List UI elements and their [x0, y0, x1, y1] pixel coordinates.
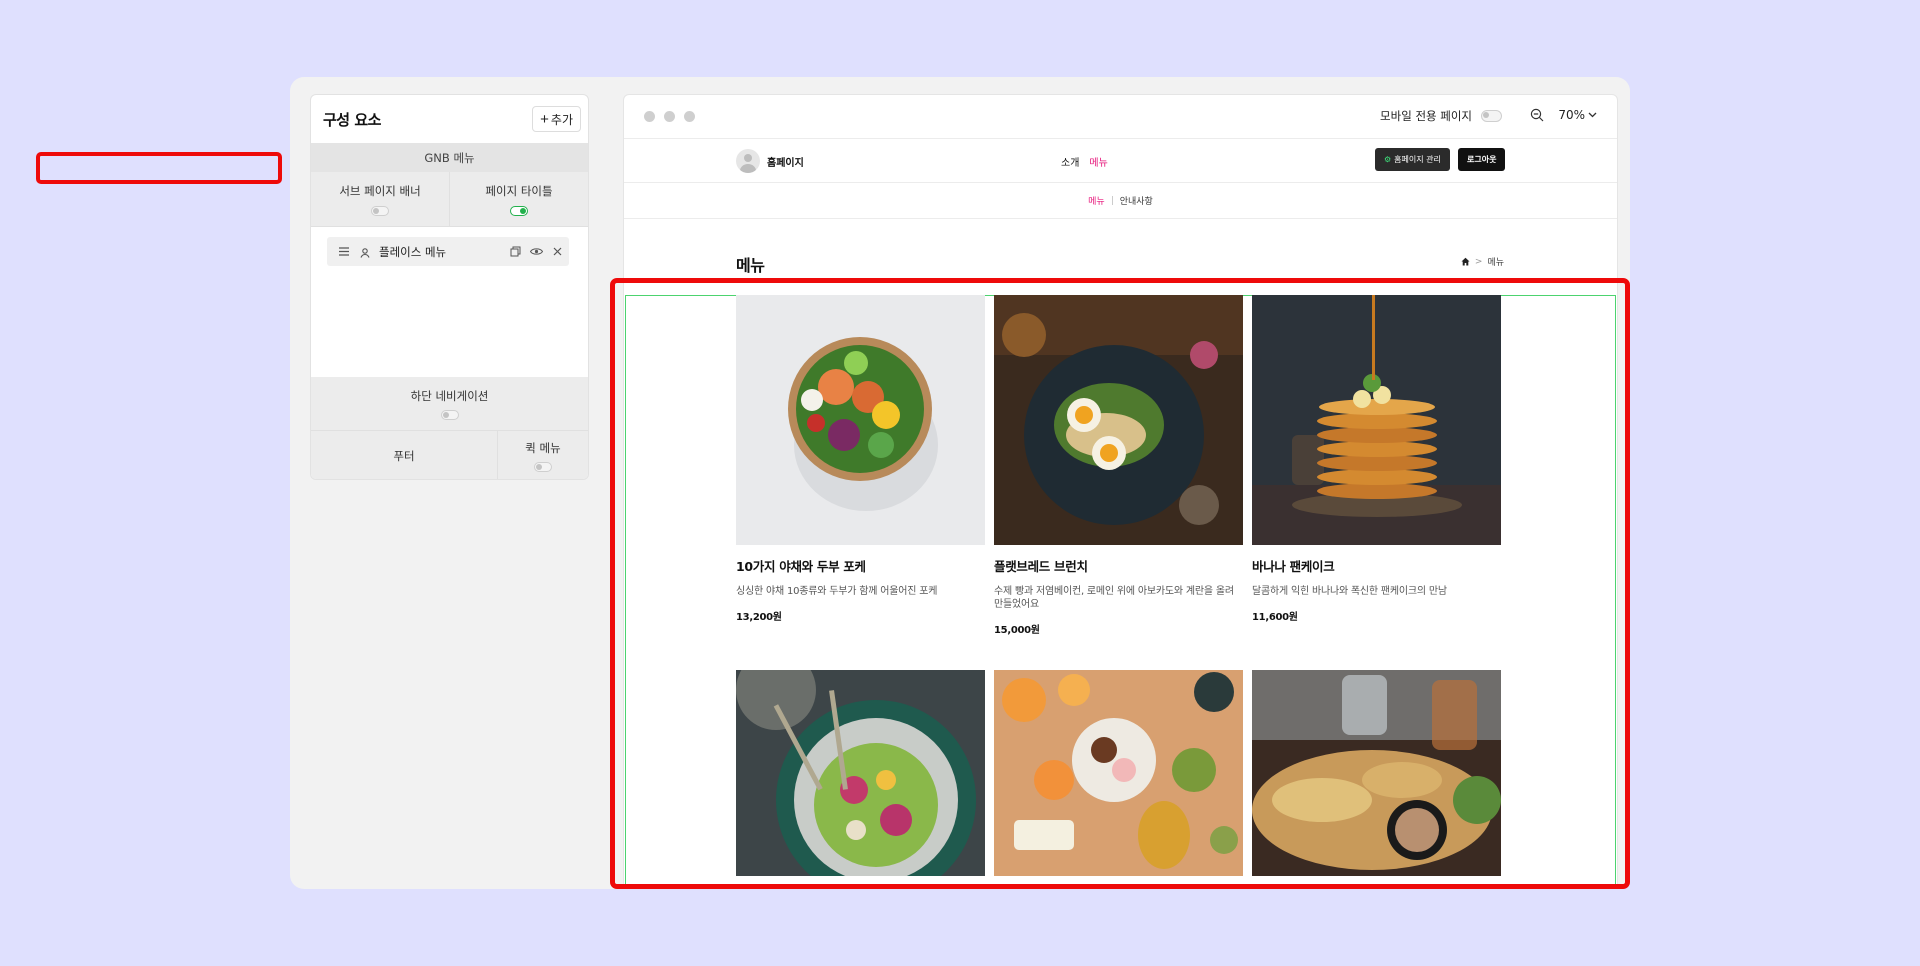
banner-title-row: 서브 페이지 배너 페이지 타이틀	[311, 172, 588, 227]
zoom-out-icon[interactable]	[1530, 108, 1544, 122]
gnb-menu-section[interactable]: GNB 메뉴	[311, 143, 588, 172]
mobile-only-toggle[interactable]	[1481, 110, 1502, 122]
window-dot	[644, 111, 655, 122]
site-nav-links: 소개 메뉴	[1061, 154, 1108, 169]
place-pin-icon	[358, 245, 372, 259]
panel-title: 구성 요소	[323, 110, 381, 129]
sub-banner-toggle[interactable]	[371, 205, 389, 216]
panel-header: 구성 요소 + 추가	[311, 95, 588, 143]
footer-label: 푸터	[393, 449, 415, 463]
window-dot	[684, 111, 695, 122]
chevron-right-icon: >	[1474, 256, 1483, 267]
nav-link-menu[interactable]: 메뉴	[1089, 154, 1107, 169]
page-title-toggle[interactable]	[510, 205, 528, 216]
zoom-value: 70%	[1558, 108, 1585, 122]
place-menu-component[interactable]: 플레이스 메뉴	[327, 237, 569, 266]
bottom-nav-toggle[interactable]	[440, 409, 459, 420]
gear-icon: ⚙	[1384, 155, 1392, 164]
logout-button[interactable]: 로그아웃	[1458, 148, 1506, 171]
home-icon[interactable]	[1461, 257, 1470, 266]
close-icon[interactable]	[550, 245, 564, 259]
preview-highlight-box	[610, 278, 1630, 889]
component-list: 플레이스 메뉴	[311, 227, 588, 377]
mobile-only-label: 모바일 전용 페이지	[1380, 109, 1472, 123]
site-brand[interactable]: 홈페이지	[736, 149, 804, 173]
avatar	[736, 149, 760, 173]
footer-section[interactable]: 푸터	[311, 431, 498, 479]
site-header: 홈페이지 소개 메뉴 ⚙ 홈페이지 관리 로그아웃	[624, 139, 1617, 183]
subnav-menu[interactable]: 메뉴	[1088, 194, 1105, 207]
breadcrumb-current[interactable]: 메뉴	[1487, 255, 1504, 268]
page-title-label: 페이지 타이틀	[485, 183, 553, 198]
page-title: 메뉴	[736, 256, 765, 275]
eye-icon[interactable]	[529, 245, 543, 259]
page-header: 메뉴 > 메뉴	[624, 219, 1617, 279]
sub-banner-label: 서브 페이지 배너	[339, 183, 421, 198]
mobile-only-control: 모바일 전용 페이지	[1380, 108, 1502, 124]
components-panel: 구성 요소 + 추가 GNB 메뉴 서브 페이지 배너 페이지 타이틀 플레이스…	[310, 94, 589, 480]
component-label: 플레이스 메뉴	[379, 244, 447, 259]
plus-icon: +	[540, 110, 549, 128]
chevron-down-icon	[1588, 112, 1597, 118]
bottom-nav-label: 하단 네비게이션	[410, 388, 489, 403]
quick-menu-section: 퀵 메뉴	[498, 431, 588, 479]
subnav-notice[interactable]: 안내사항	[1120, 194, 1153, 207]
quick-menu-label: 퀵 메뉴	[525, 441, 561, 455]
bottom-nav-section: 하단 네비게이션	[311, 377, 588, 431]
selected-item-highlight	[36, 152, 282, 184]
homepage-admin-button[interactable]: ⚙ 홈페이지 관리	[1375, 148, 1450, 171]
admin-label: 홈페이지 관리	[1394, 155, 1441, 164]
drag-handle-icon[interactable]	[337, 245, 351, 259]
logout-label: 로그아웃	[1467, 155, 1497, 164]
footer-row: 푸터 퀵 메뉴	[311, 431, 588, 479]
copy-icon[interactable]	[508, 245, 522, 259]
breadcrumb: > 메뉴	[1461, 255, 1504, 268]
gnb-label: GNB 메뉴	[424, 150, 475, 165]
window-bar: 모바일 전용 페이지 70%	[624, 95, 1617, 139]
zoom-select[interactable]: 70%	[1558, 108, 1597, 122]
quick-menu-toggle[interactable]	[534, 462, 552, 472]
add-component-button[interactable]: + 추가	[532, 106, 581, 132]
add-label: 추가	[550, 112, 573, 127]
nav-link-intro[interactable]: 소개	[1061, 154, 1079, 169]
sub-navigation: 메뉴 안내사항	[624, 183, 1617, 219]
sub-banner-cell: 서브 페이지 배너	[311, 172, 449, 226]
window-dot	[664, 111, 675, 122]
divider	[1111, 196, 1113, 205]
zoom-control: 70%	[1530, 108, 1597, 122]
brand-name: 홈페이지	[767, 157, 804, 169]
page-title-cell: 페이지 타이틀	[449, 172, 588, 226]
